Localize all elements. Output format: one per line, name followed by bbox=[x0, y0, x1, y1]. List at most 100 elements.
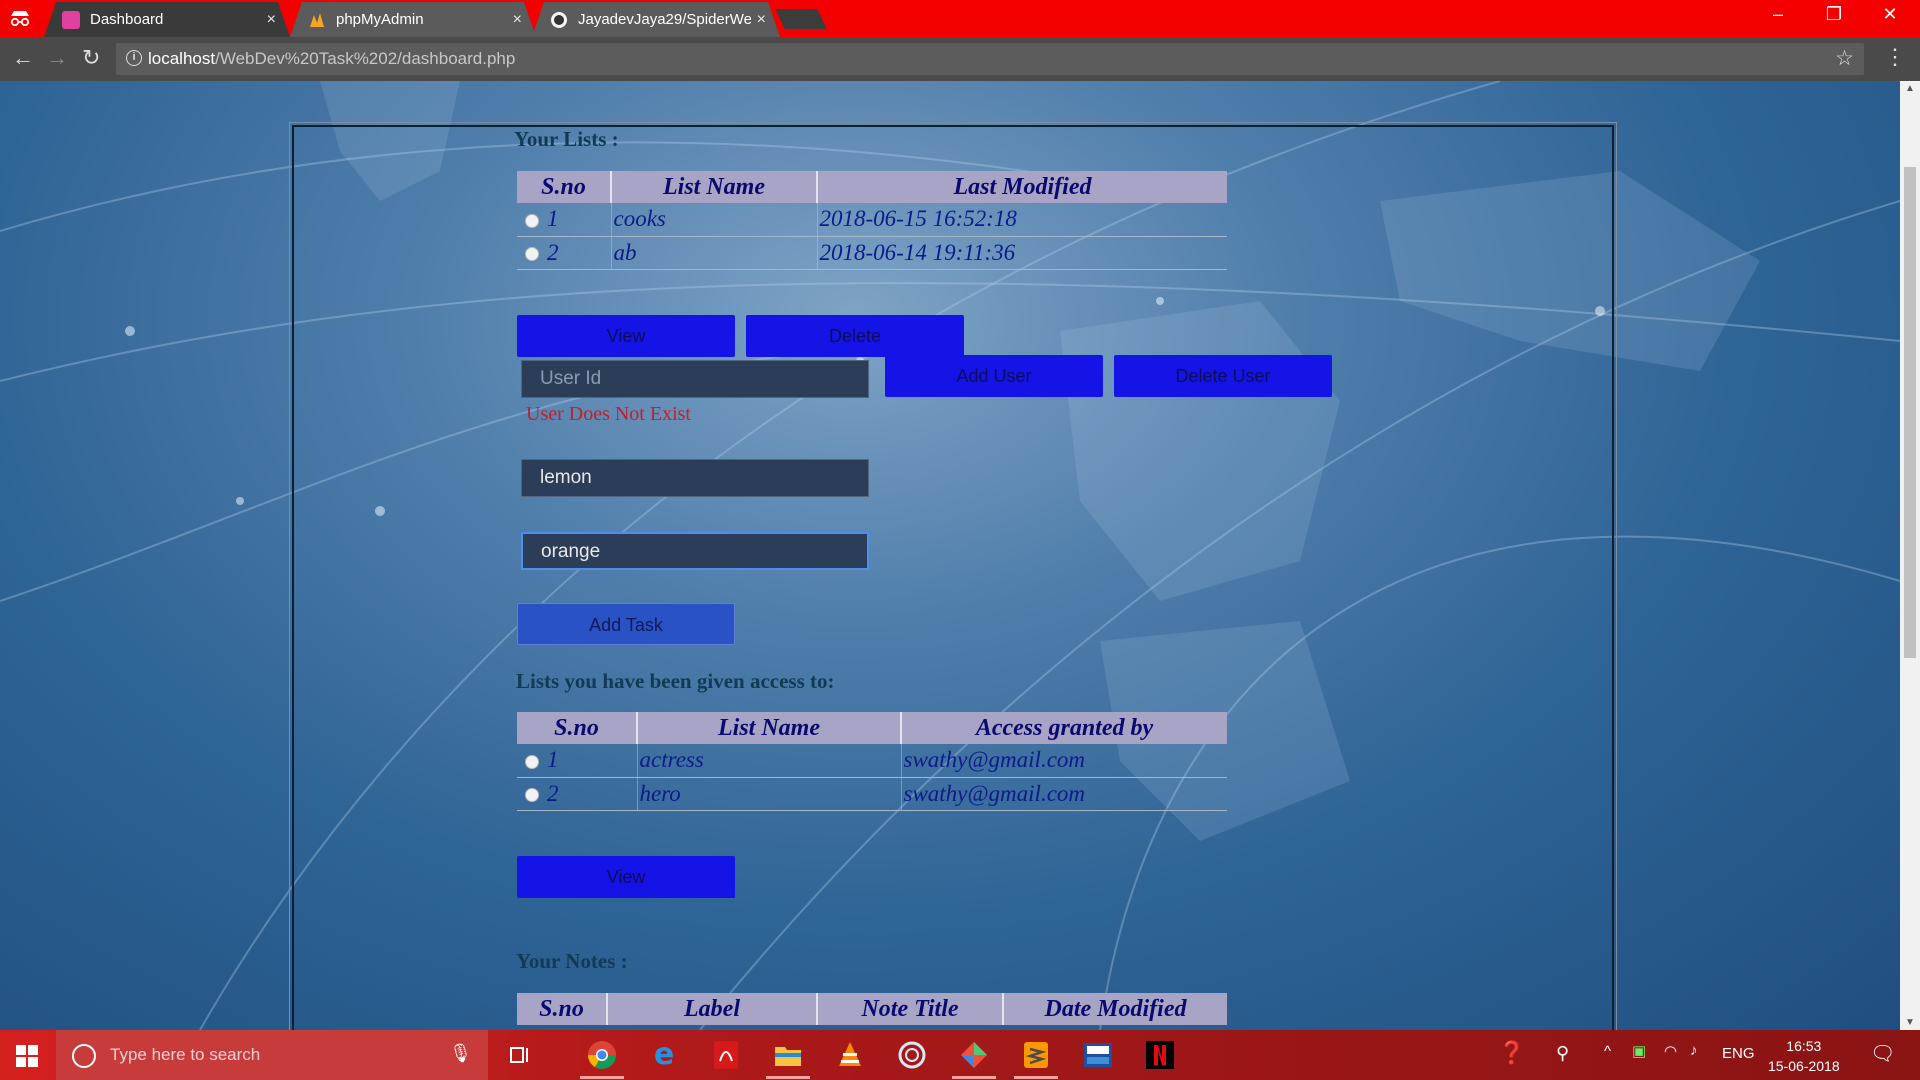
list-select-radio[interactable] bbox=[525, 213, 539, 228]
url-text: localhost/WebDev%20Task%202/dashboard.ph… bbox=[148, 49, 516, 68]
vlc-icon[interactable] bbox=[834, 1039, 866, 1071]
sno-value: 2 bbox=[547, 780, 559, 806]
scroll-up-icon[interactable]: ▲ bbox=[1905, 83, 1915, 94]
sublime-text-icon[interactable] bbox=[1020, 1039, 1052, 1071]
list-select-radio[interactable] bbox=[525, 247, 539, 262]
table-row[interactable]: 2 hero swathy@gmail.com bbox=[517, 777, 1227, 811]
last-modified-cell: 2018-06-14 19:11:36 bbox=[817, 236, 1227, 270]
bookmark-star-icon[interactable]: ☆ bbox=[1835, 46, 1854, 71]
clock-date: 15-06-2018 bbox=[1768, 1058, 1840, 1074]
cortana-icon[interactable] bbox=[72, 1044, 96, 1068]
minimize-icon[interactable]: – bbox=[1750, 4, 1806, 25]
close-tab-icon[interactable]: × bbox=[757, 11, 766, 29]
list-name-cell: ab bbox=[611, 236, 818, 270]
dashboard-container: Your Lists : S.no List Name Last Modifie… bbox=[289, 122, 1617, 1030]
delete-list-button[interactable]: Delete bbox=[746, 315, 964, 357]
reload-icon[interactable]: ↻ bbox=[82, 46, 100, 70]
phpmyadmin-favicon-icon bbox=[310, 12, 324, 27]
close-tab-icon[interactable]: × bbox=[513, 11, 522, 29]
user-id-input[interactable]: User Id bbox=[521, 360, 869, 398]
notifications-icon[interactable]: 🗨 bbox=[1870, 1041, 1895, 1066]
address-bar[interactable]: i localhost/WebDev%20Task%202/dashboard.… bbox=[116, 43, 1864, 75]
taskbar-clock[interactable]: 16:53 15-06-2018 bbox=[1768, 1036, 1840, 1076]
column-header: S.no bbox=[517, 993, 608, 1025]
granted-by-cell: swathy@gmail.com bbox=[901, 744, 1227, 778]
add-user-button[interactable]: Add User bbox=[885, 355, 1103, 397]
browser-swirl-icon[interactable] bbox=[896, 1039, 928, 1071]
dashboard-favicon-icon bbox=[62, 10, 80, 29]
task-view-icon[interactable] bbox=[504, 1039, 536, 1071]
last-modified-cell: 2018-06-15 16:52:18 bbox=[817, 203, 1227, 237]
window-close-icon[interactable]: ✕ bbox=[1862, 4, 1918, 25]
view-list-button[interactable]: View bbox=[517, 315, 735, 357]
microphone-icon[interactable]: 🎙 bbox=[449, 1043, 472, 1064]
netflix-icon[interactable] bbox=[1144, 1039, 1176, 1071]
tab-dashboard[interactable]: Dashboard × bbox=[44, 2, 290, 37]
acrobat-icon[interactable] bbox=[710, 1039, 742, 1071]
view-shared-list-button[interactable]: View bbox=[517, 856, 735, 898]
sno-cell: 2 bbox=[517, 236, 612, 270]
column-header: Note Title bbox=[817, 993, 1004, 1025]
task-input[interactable]: lemon bbox=[521, 459, 869, 497]
devcpp-icon[interactable] bbox=[1082, 1039, 1114, 1071]
task-input[interactable]: orange bbox=[521, 532, 869, 570]
sno-cell: 1 bbox=[517, 744, 638, 778]
column-header: List Name bbox=[611, 171, 818, 203]
git-icon[interactable] bbox=[958, 1039, 990, 1071]
volume-icon[interactable]: ♪ bbox=[1690, 1042, 1698, 1059]
list-select-radio[interactable] bbox=[525, 788, 539, 803]
search-placeholder: Type here to search bbox=[110, 1045, 261, 1064]
back-arrow-icon[interactable]: ← bbox=[12, 46, 34, 70]
table-row[interactable]: 1 cooks 2018-06-15 16:52:18 bbox=[517, 203, 1227, 237]
restore-icon[interactable]: ❐ bbox=[1806, 4, 1862, 25]
your-notes-table: S.no Label Note Title Date Modified bbox=[517, 993, 1227, 1025]
sno-value: 2 bbox=[547, 239, 559, 265]
scroll-down-icon[interactable]: ▼ bbox=[1905, 1017, 1915, 1028]
show-hidden-icons-icon[interactable]: ^ bbox=[1604, 1043, 1611, 1060]
column-header: Date Modified bbox=[1003, 993, 1227, 1025]
table-row[interactable]: 1 actress swathy@gmail.com bbox=[517, 744, 1227, 778]
table-header-row: S.no List Name Last Modified bbox=[517, 171, 1227, 203]
running-indicator bbox=[580, 1076, 624, 1079]
site-info-icon[interactable]: i bbox=[126, 50, 142, 66]
close-tab-icon[interactable]: × bbox=[267, 11, 276, 29]
tab-phpmyadmin[interactable]: phpMyAdmin × bbox=[290, 2, 536, 37]
help-icon[interactable]: ❓ bbox=[1498, 1040, 1525, 1066]
running-indicator bbox=[1014, 1076, 1058, 1079]
windows-taskbar: Type here to search 🎙 e ❓ ⚲ ^ ▣ ◠ ♪ ENG … bbox=[0, 1030, 1920, 1080]
app-tray-icon[interactable]: ▣ bbox=[1632, 1042, 1646, 1060]
new-tab-button[interactable] bbox=[775, 9, 827, 29]
column-header: S.no bbox=[517, 171, 612, 203]
browser-menu-icon[interactable]: ⋮ bbox=[1884, 46, 1906, 68]
sno-value: 1 bbox=[547, 747, 559, 773]
sno-cell: 1 bbox=[517, 203, 612, 237]
taskbar-search[interactable]: Type here to search 🎙 bbox=[56, 1030, 488, 1080]
page-scrollbar[interactable]: ▲ ▼ bbox=[1900, 81, 1920, 1030]
list-select-radio[interactable] bbox=[525, 754, 539, 769]
windows-start-icon[interactable] bbox=[16, 1045, 38, 1067]
add-task-button[interactable]: Add Task bbox=[517, 603, 735, 645]
running-indicator bbox=[952, 1076, 996, 1079]
tab-github[interactable]: JayadevJaya29/SpiderWe × bbox=[532, 2, 780, 37]
table-row[interactable]: 2 ab 2018-06-14 19:11:36 bbox=[517, 236, 1227, 270]
chrome-icon[interactable] bbox=[586, 1039, 618, 1071]
tab-title: phpMyAdmin bbox=[336, 11, 424, 28]
column-header: Access granted by bbox=[901, 712, 1227, 744]
your-notes-heading: Your Notes : bbox=[516, 949, 628, 973]
wifi-icon[interactable]: ◠ bbox=[1664, 1042, 1677, 1060]
delete-user-button[interactable]: Delete User bbox=[1114, 355, 1332, 397]
forward-arrow-icon[interactable]: → bbox=[46, 46, 68, 70]
column-header: Last Modified bbox=[817, 171, 1227, 203]
your-lists-table: S.no List Name Last Modified 1 cooks 201… bbox=[517, 171, 1227, 270]
your-lists-heading: Your Lists : bbox=[514, 127, 619, 151]
file-explorer-icon[interactable] bbox=[772, 1039, 804, 1071]
incognito-icon bbox=[10, 11, 30, 27]
people-icon[interactable]: ⚲ bbox=[1556, 1043, 1569, 1064]
language-indicator[interactable]: ENG bbox=[1722, 1045, 1755, 1062]
clock-time: 16:53 bbox=[1786, 1038, 1822, 1054]
tab-strip: Dashboard × phpMyAdmin × JayadevJaya29/S… bbox=[0, 0, 1920, 37]
granted-by-cell: swathy@gmail.com bbox=[901, 777, 1227, 811]
page-viewport: Your Lists : S.no List Name Last Modifie… bbox=[0, 81, 1900, 1030]
edge-icon[interactable]: e bbox=[648, 1039, 680, 1071]
scrollbar-thumb[interactable] bbox=[1904, 167, 1916, 658]
